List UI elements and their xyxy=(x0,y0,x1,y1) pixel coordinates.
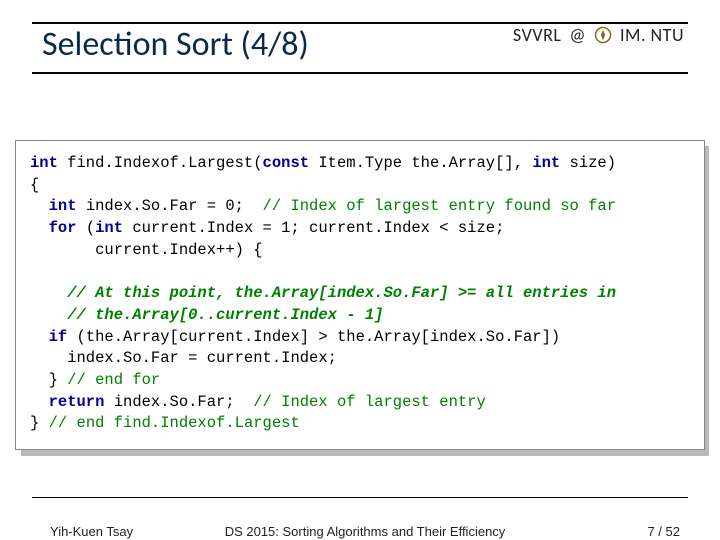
affil-left: SVVRL xyxy=(513,24,562,46)
code-text: find.Indexof.Largest( xyxy=(58,154,263,172)
kw-int: int xyxy=(30,154,58,172)
code-text: Item.Type the.Array[], xyxy=(309,154,532,172)
kw-return: return xyxy=(30,393,104,411)
page-sep: / xyxy=(655,524,666,539)
code-text: size) xyxy=(560,154,616,172)
code-text: index.So.Far = current.Index; xyxy=(30,349,337,367)
kw-const: const xyxy=(263,154,310,172)
footer-course: DS 2015: Sorting Algorithms and Their Ef… xyxy=(50,524,680,539)
comment: // Index of largest entry found so far xyxy=(263,197,616,215)
header-rule-bottom xyxy=(32,72,688,74)
kw-for: for xyxy=(30,219,77,237)
kw-int: int xyxy=(95,219,123,237)
code-text: index.So.Far = 0; xyxy=(77,197,263,215)
comment-em: // At this point, the.Array[index.So.Far… xyxy=(30,284,616,302)
code-text: ( xyxy=(77,219,96,237)
comment: // end find.Indexof.Largest xyxy=(49,414,300,432)
footer-page: 7 / 52 xyxy=(647,524,680,539)
code-text: (the.Array[current.Index] > the.Array[in… xyxy=(67,328,560,346)
kw-int: int xyxy=(532,154,560,172)
code-text: index.So.Far; xyxy=(104,393,253,411)
affil-right: IM. NTU xyxy=(620,24,684,46)
code-text: } xyxy=(30,371,67,389)
page-total: 52 xyxy=(666,524,680,539)
kw-if: if xyxy=(30,328,67,346)
slide: Selection Sort (4/8) SVVRL @ IM. NTU int… xyxy=(0,0,720,540)
at-symbol: @ xyxy=(569,24,586,46)
code-text: current.Index++) { xyxy=(30,241,263,259)
page-current: 7 xyxy=(647,524,654,539)
affiliation: SVVRL @ IM. NTU xyxy=(513,24,684,46)
comment-em: // the.Array[0..current.Index - 1] xyxy=(30,306,383,324)
code-text: } xyxy=(30,414,49,432)
code-text: { xyxy=(30,176,39,194)
kw-int: int xyxy=(30,197,77,215)
comment: // Index of largest entry xyxy=(253,393,486,411)
footer-rule xyxy=(32,497,688,498)
code-block-inner: int find.Indexof.Largest(const Item.Type… xyxy=(15,140,705,450)
ntu-logo-icon xyxy=(594,26,612,44)
code-text: current.Index = 1; current.Index < size; xyxy=(123,219,504,237)
comment: // end for xyxy=(67,371,160,389)
code-block: int find.Indexof.Largest(const Item.Type… xyxy=(15,140,705,450)
slide-title: Selection Sort (4/8) xyxy=(42,24,309,65)
